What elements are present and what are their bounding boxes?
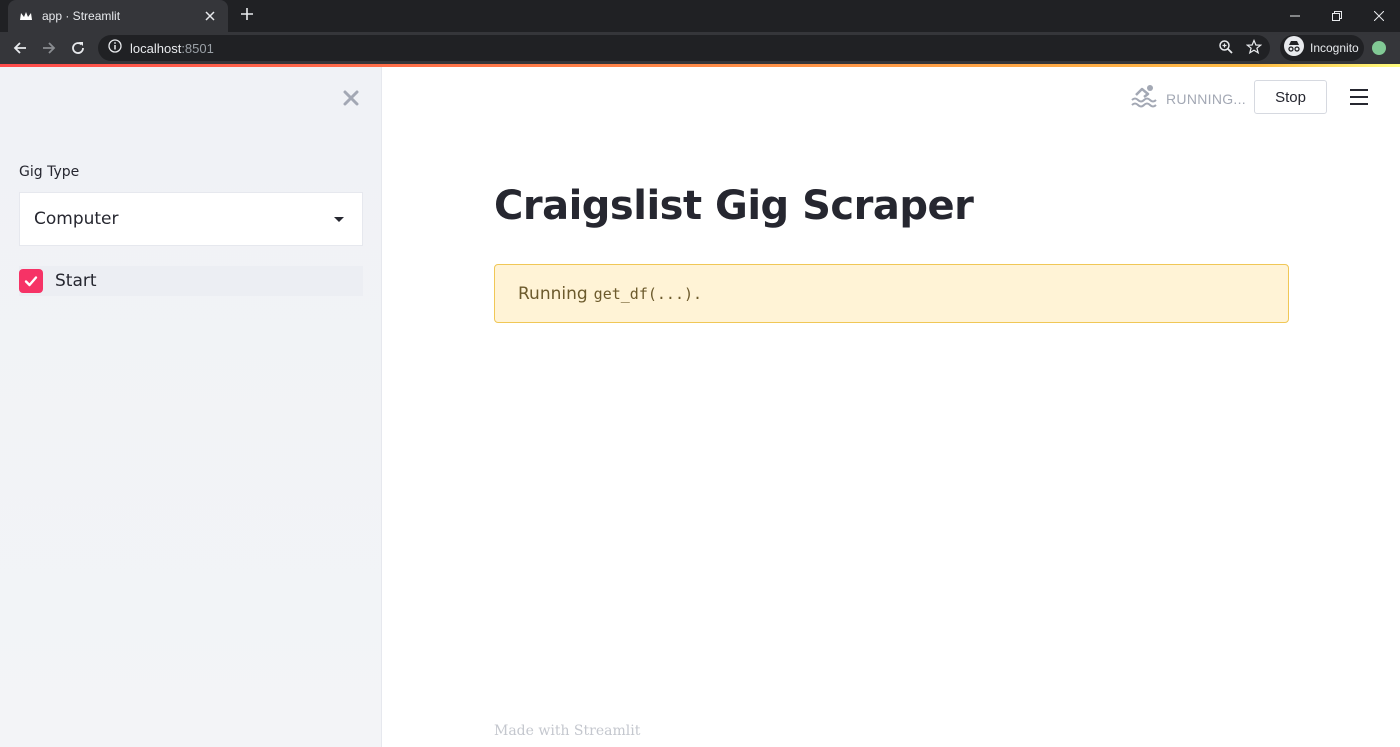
window-close-icon[interactable]: [1358, 0, 1400, 32]
info-icon[interactable]: [108, 38, 122, 58]
reload-icon[interactable]: [66, 36, 90, 60]
forward-icon[interactable]: [37, 36, 61, 60]
browser-tabbar: app · Streamlit: [0, 0, 1400, 32]
gig-type-selected-value: Computer: [34, 209, 119, 229]
gig-type-label: Gig Type: [19, 164, 80, 180]
tab-title: app · Streamlit: [42, 9, 121, 23]
alert-code: get_df(...).: [593, 284, 703, 303]
footer-made-with[interactable]: Made with Streamlit: [494, 723, 640, 739]
star-icon[interactable]: [1245, 38, 1263, 60]
extension-icon[interactable]: [1372, 41, 1386, 55]
dropdown-arrow-icon: [334, 217, 344, 222]
url-host: localhost: [130, 40, 182, 56]
incognito-indicator[interactable]: Incognito: [1280, 35, 1364, 61]
back-icon[interactable]: [8, 36, 32, 60]
checkmark-icon: [24, 276, 38, 287]
streamlit-favicon-icon: [18, 8, 34, 24]
address-bar[interactable]: localhost:8501: [98, 35, 1270, 61]
tab-close-icon[interactable]: [202, 8, 218, 24]
incognito-icon: [1284, 35, 1304, 61]
start-checkbox-label: Start: [55, 271, 97, 291]
minimize-icon[interactable]: [1274, 0, 1316, 32]
start-checkbox-row[interactable]: Start: [19, 266, 363, 296]
url-port: :8501: [181, 40, 214, 56]
browser-toolbar: localhost:8501 Incognito: [0, 32, 1400, 64]
running-alert: Running get_df(...).: [494, 264, 1289, 323]
window-controls: [1274, 0, 1400, 32]
alert-prefix: Running: [518, 283, 588, 304]
hamburger-icon[interactable]: [1348, 86, 1370, 108]
gig-type-select[interactable]: Computer: [19, 192, 363, 246]
browser-tab[interactable]: app · Streamlit: [8, 0, 228, 32]
restore-icon[interactable]: [1316, 0, 1358, 32]
incognito-label: Incognito: [1310, 41, 1359, 55]
page-title: Craigslist Gig Scraper: [494, 183, 974, 229]
start-checkbox[interactable]: [19, 269, 43, 293]
running-status: RUNNING...: [1130, 84, 1246, 113]
swimmer-icon: [1130, 84, 1158, 113]
zoom-icon[interactable]: [1218, 39, 1234, 60]
new-tab-plus-icon[interactable]: [236, 4, 258, 26]
sidebar-close-icon[interactable]: [340, 87, 362, 109]
status-text: RUNNING...: [1166, 90, 1246, 107]
sidebar: Gig Type Computer Start: [0, 67, 382, 747]
stop-button[interactable]: Stop: [1254, 80, 1327, 114]
